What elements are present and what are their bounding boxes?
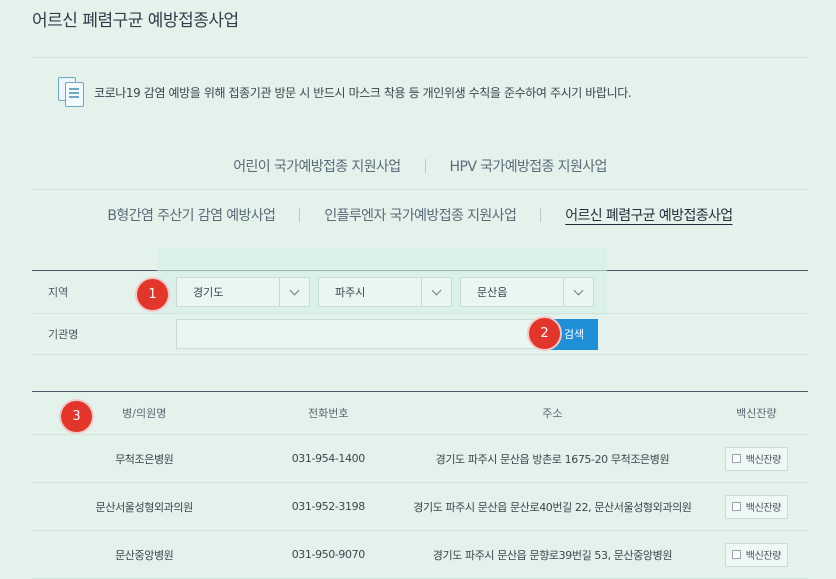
chevron-down-icon: [279, 278, 309, 306]
phone-number: 031-952-3198: [256, 482, 401, 531]
address: 경기도 파주시 문산읍 문향로39번길 53, 문산중앙병원: [400, 530, 705, 579]
table-row: 무척조은병원 031-954-1400 경기도 파주시 문산읍 방촌로 1675…: [32, 434, 808, 483]
checkbox-icon: [731, 550, 741, 559]
institution-row: 기관명 검색: [32, 314, 808, 355]
vaccine-stock-label: 백신잔량: [745, 455, 782, 466]
hospital-name: 무척조은병원: [32, 434, 257, 483]
chevron-down-icon: [563, 278, 593, 306]
vaccine-cell: 백신잔량: [704, 530, 808, 579]
tab-hpv-vaccination[interactable]: HPV 국가예방접종 지원사업: [426, 156, 631, 176]
district-value: 문산읍: [477, 286, 508, 299]
notice-banner: 코로나19 감염 예방을 위해 접종기관 방문 시 반드시 마스크 착용 등 개…: [32, 62, 808, 122]
vaccine-stock-button[interactable]: 백신잔량: [724, 542, 788, 567]
tab-child-vaccination[interactable]: 어린이 국가예방접종 지원사업: [209, 156, 424, 176]
column-header-phone: 전화번호: [256, 391, 401, 435]
column-header-vaccine: 백신잔량: [704, 391, 808, 435]
checkbox-icon: [731, 454, 741, 463]
checkbox-icon: [731, 502, 741, 511]
tab-hepatitis-b[interactable]: B형간염 주산기 감염 예방사업: [83, 205, 299, 225]
vaccine-stock-button[interactable]: 백신잔량: [724, 446, 788, 471]
results-table: 병/의원명 전화번호 주소 백신잔량 무척조은병원 031-954-1400 경…: [32, 391, 808, 579]
district-select[interactable]: 문산읍: [460, 277, 594, 307]
tab-senior-pneumococcal[interactable]: 어르신 폐렴구균 예방접종사업: [541, 205, 756, 225]
divider: [32, 189, 808, 190]
vaccine-stock-button[interactable]: 백신잔량: [724, 494, 788, 519]
phone-number: 031-950-9070: [256, 530, 401, 579]
document-icon: [56, 77, 86, 107]
table-header-row: 병/의원명 전화번호 주소 백신잔량: [32, 391, 808, 435]
vaccine-cell: 백신잔량: [704, 482, 808, 531]
hospital-name: 문산서울성형외과의원: [32, 482, 257, 531]
table-row: 문산중앙병원 031-950-9070 경기도 파주시 문산읍 문향로39번길 …: [32, 530, 808, 579]
province-value: 경기도: [193, 286, 224, 299]
chevron-down-icon: [421, 278, 451, 306]
vaccine-cell: 백신잔량: [704, 434, 808, 483]
divider: [32, 57, 808, 58]
vaccine-stock-label: 백신잔량: [745, 551, 782, 562]
column-header-address: 주소: [400, 391, 705, 435]
phone-number: 031-954-1400: [256, 434, 401, 483]
program-tabs-row-1: 어린이 국가예방접종 지원사업 HPV 국가예방접종 지원사업: [32, 146, 808, 186]
institution-label: 기관명: [48, 328, 79, 341]
address: 경기도 파주시 문산읍 문산로40번길 22, 문산서울성형외과의원: [400, 482, 705, 531]
table-row: 문산서울성형외과의원 031-952-3198 경기도 파주시 문산읍 문산로4…: [32, 482, 808, 531]
page-title: 어르신 폐렴구균 예방접종사업: [32, 11, 239, 31]
city-select[interactable]: 파주시: [318, 277, 452, 307]
column-header-name: 병/의원명: [32, 391, 257, 435]
address: 경기도 파주시 문산읍 방촌로 1675-20 무척조은병원: [400, 434, 705, 483]
city-value: 파주시: [335, 286, 366, 299]
tab-influenza[interactable]: 인플루엔자 국가예방접종 지원사업: [300, 205, 540, 225]
province-select[interactable]: 경기도: [176, 277, 310, 307]
vaccine-stock-label: 백신잔량: [745, 503, 782, 514]
program-tabs-row-2: B형간염 주산기 감염 예방사업 인플루엔자 국가예방접종 지원사업 어르신 폐…: [32, 195, 808, 235]
annotation-marker: 1: [137, 279, 168, 310]
annotation-marker: 2: [529, 318, 560, 349]
institution-name-input[interactable]: [176, 319, 550, 349]
notice-text: 코로나19 감염 예방을 위해 접종기관 방문 시 반드시 마스크 착용 등 개…: [94, 85, 632, 100]
hospital-name: 문산중앙병원: [32, 530, 257, 579]
